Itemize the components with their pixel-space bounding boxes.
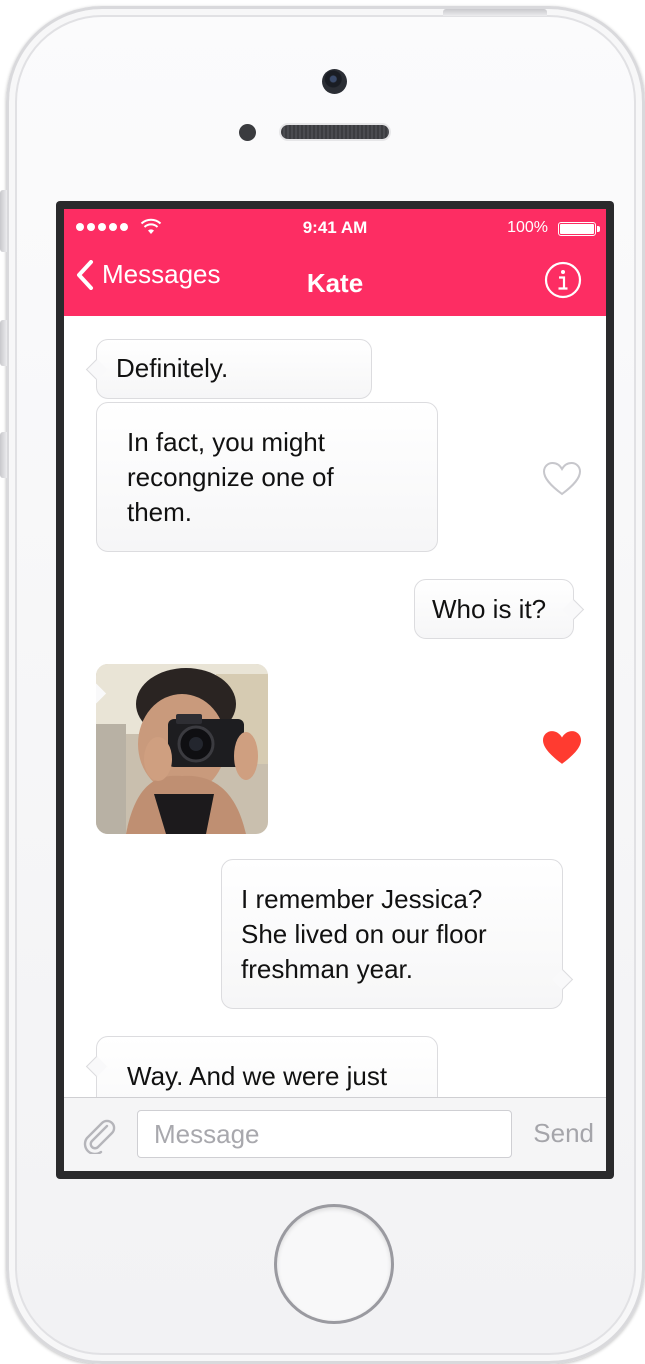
battery-percentage: 100%: [507, 219, 548, 236]
message-text: Definitely.: [116, 353, 229, 383]
screen-bezel: 9:41 AM 100% Messages Kate Definitely. I…: [56, 201, 614, 1179]
message-text: Who is it?: [432, 594, 547, 624]
status-bar: 9:41 AM 100%: [64, 209, 606, 249]
bubble-tail: [85, 1055, 108, 1078]
back-button[interactable]: Messages: [76, 259, 221, 290]
message-bubble-incoming[interactable]: In fact, you might recongnize one of the…: [96, 402, 438, 552]
proximity-sensor: [239, 124, 256, 141]
message-text: Way. And we were just: [127, 1061, 388, 1091]
display: 9:41 AM 100% Messages Kate Definitely. I…: [64, 209, 606, 1171]
message-bubble-incoming[interactable]: Definitely.: [85, 339, 372, 399]
heart-filled-icon[interactable]: [540, 729, 584, 767]
message-bubble-outgoing[interactable]: I remember Jessica? She lived on our flo…: [221, 859, 574, 1009]
photo-image: [96, 664, 268, 834]
back-button-label: Messages: [102, 259, 221, 289]
heart-outline-icon[interactable]: [542, 461, 582, 497]
message-input[interactable]: [137, 1110, 512, 1158]
power-button: [443, 9, 547, 16]
message-text: I remember Jessica? She lived on our flo…: [241, 884, 487, 984]
home-button[interactable]: [277, 1207, 391, 1321]
message-text: In fact, you might recongnize one of the…: [127, 427, 334, 527]
volume-down-button: [0, 432, 7, 478]
bubble-tail: [85, 358, 108, 381]
info-icon[interactable]: [544, 261, 582, 299]
message-thread[interactable]: Definitely. In fact, you might recongniz…: [64, 316, 606, 1097]
composer-bar: Send: [64, 1097, 606, 1171]
phone-frame: 9:41 AM 100% Messages Kate Definitely. I…: [6, 6, 645, 1364]
battery-icon: [558, 222, 600, 236]
front-camera: [322, 69, 347, 94]
paperclip-icon[interactable]: [80, 1116, 118, 1154]
earpiece-speaker: [281, 125, 389, 139]
chevron-left-icon: [77, 259, 93, 290]
message-photo[interactable]: [96, 664, 268, 834]
send-button[interactable]: Send: [533, 1118, 594, 1149]
mute-switch: [0, 190, 7, 252]
navigation-bar: Messages Kate: [64, 249, 606, 316]
message-bubble-outgoing[interactable]: Who is it?: [414, 579, 585, 639]
volume-up-button: [0, 320, 7, 366]
message-bubble-incoming[interactable]: Way. And we were just: [85, 1036, 438, 1097]
